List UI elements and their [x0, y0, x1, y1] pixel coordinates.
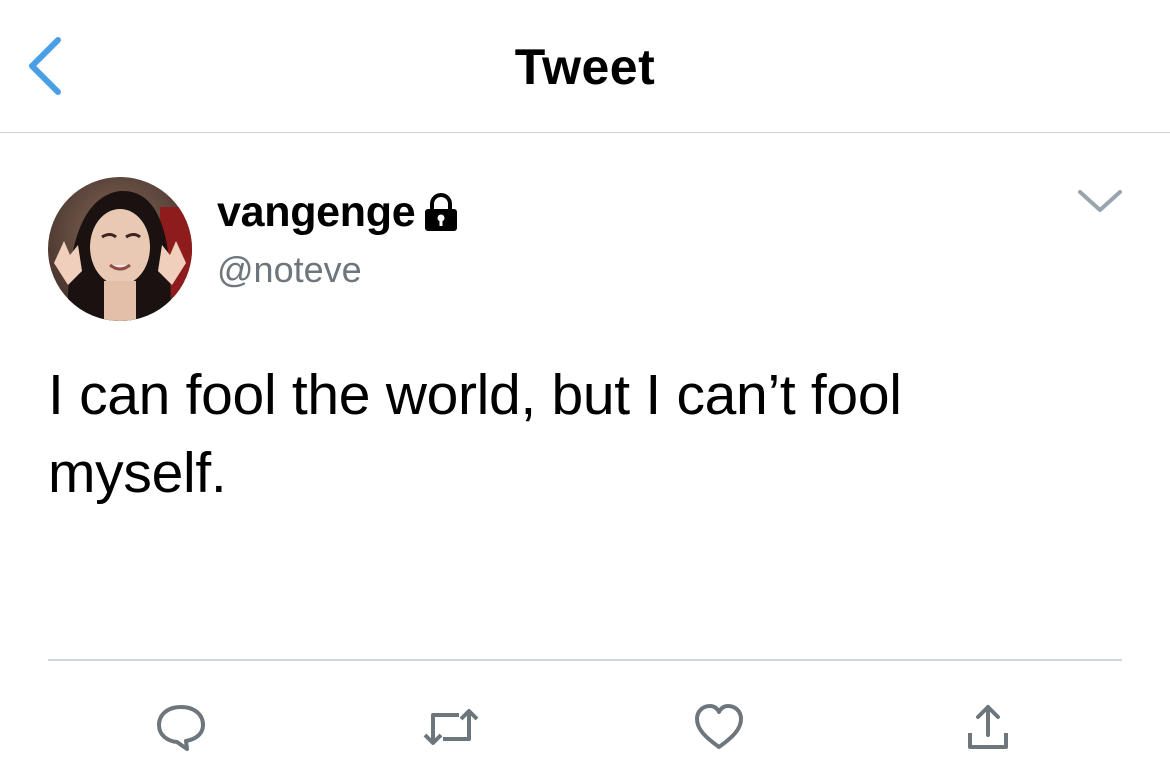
action-bar-divider	[48, 659, 1122, 661]
retweet-icon	[423, 709, 479, 745]
tweet-detail-page: Tweet vangenge @noteve I can fool the wo…	[0, 0, 1170, 784]
user-handle[interactable]: @noteve	[217, 249, 362, 291]
tweet-menu-button[interactable]	[1074, 182, 1126, 222]
tweet-text-line-2: myself.	[48, 441, 227, 505]
tweet-text-line-1: I can fool the world, but I can’t fool	[48, 363, 902, 427]
tweet-meta-faded	[48, 560, 428, 600]
author-name-row[interactable]: vangenge	[217, 186, 459, 238]
speech-bubble-icon	[157, 705, 205, 751]
display-name: vangenge	[217, 187, 416, 236]
avatar-photo	[48, 177, 192, 321]
reply-button[interactable]	[151, 697, 211, 757]
retweet-button[interactable]	[421, 697, 481, 757]
share-icon	[968, 705, 1008, 749]
top-nav-bar: Tweet	[0, 0, 1170, 133]
chevron-down-icon	[1078, 190, 1122, 212]
like-button[interactable]	[689, 697, 749, 757]
avatar[interactable]	[48, 177, 192, 321]
share-button[interactable]	[958, 697, 1018, 757]
lock-icon	[425, 193, 458, 231]
heart-icon	[695, 704, 743, 749]
page-title: Tweet	[514, 39, 656, 95]
tweet-text: I can fool the world, but I can’t fool m…	[48, 356, 1048, 512]
